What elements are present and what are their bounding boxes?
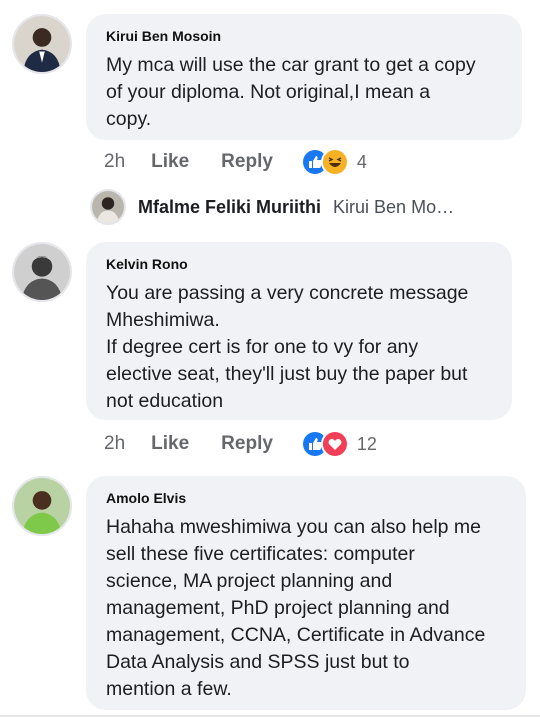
comment-actions: 2h Like Reply 12 [104,430,377,458]
reaction-count[interactable]: 12 [357,434,377,455]
comment-bubble: Kirui Ben Mosoin My mca will use the car… [86,14,522,140]
comment-author[interactable]: Amolo Elvis [106,490,508,506]
comment-text: Hahaha mweshimiwa you can also help me s… [106,516,486,700]
like-button[interactable]: Like [151,151,189,173]
comment-bubble: Kelvin Rono You are passing a very concr… [86,242,512,420]
comment-text: My mca will use the car grant to get a c… [106,54,476,130]
avatar-kirui[interactable] [12,14,72,74]
comment-author[interactable]: Kirui Ben Mosoin [106,28,504,44]
reaction-count[interactable]: 4 [357,152,367,173]
reply-author[interactable]: Mfalme Feliki Muriithi [138,197,321,218]
haha-icon [320,148,349,176]
avatar-kelvin[interactable] [12,242,72,302]
comment-bubble: Amolo Elvis Hahaha mweshimiwa you can al… [86,476,526,710]
reply-button[interactable]: Reply [221,151,273,173]
avatar-mfalme [90,189,126,225]
comment-author[interactable]: Kelvin Rono [106,256,494,272]
reaction-summary[interactable] [300,430,349,458]
reply-button[interactable]: Reply [221,433,273,455]
reply-text: Kirui Ben Mo… [333,196,455,217]
comment-actions: 2h Like Reply 4 [104,148,367,176]
comment-text: You are passing a very concrete message … [106,282,469,412]
like-button[interactable]: Like [151,433,189,455]
comment-timestamp[interactable]: 2h [104,151,125,173]
love-icon [320,430,349,458]
comment-timestamp[interactable]: 2h [104,433,125,455]
avatar-amolo[interactable] [12,476,72,536]
reply-preview[interactable]: Mfalme Feliki Muriithi Kirui Ben Mo… [90,189,454,225]
reaction-summary[interactable] [300,148,349,176]
